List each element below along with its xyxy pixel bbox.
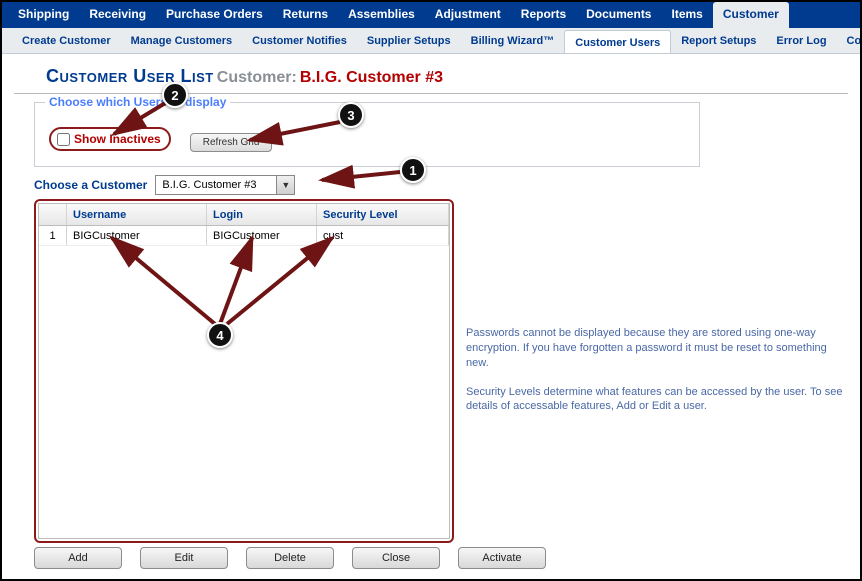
tab-shipping[interactable]: Shipping — [8, 2, 79, 28]
tab-adjustment[interactable]: Adjustment — [425, 2, 511, 28]
choose-customer-dropdown[interactable]: B.I.G. Customer #3 ▼ — [155, 175, 295, 195]
info-password-text: Passwords cannot be displayed because th… — [466, 326, 846, 371]
grid-cell-security: cust — [317, 226, 449, 245]
display-filter-legend: Choose which Users to display — [45, 95, 230, 109]
choose-customer-label: Choose a Customer — [34, 178, 147, 192]
grid-header-username[interactable]: Username — [67, 204, 207, 225]
delete-button[interactable]: Delete — [246, 547, 334, 569]
close-button[interactable]: Close — [352, 547, 440, 569]
top-nav: Shipping Receiving Purchase Orders Retur… — [2, 2, 860, 28]
tab-documents[interactable]: Documents — [576, 2, 661, 28]
action-button-row: Add Edit Delete Close Activate — [34, 547, 546, 569]
choose-customer-value: B.I.G. Customer #3 — [156, 179, 276, 191]
subnav-supplier-setups[interactable]: Supplier Setups — [357, 35, 461, 47]
tab-reports[interactable]: Reports — [511, 2, 576, 28]
subnav-connections[interactable]: Connecti — [837, 35, 860, 47]
annotation-badge-4: 4 — [207, 322, 233, 348]
choose-customer-row: Choose a Customer B.I.G. Customer #3 ▼ — [34, 175, 860, 195]
user-grid[interactable]: Username Login Security Level 1 BIGCusto… — [38, 203, 450, 539]
activate-button[interactable]: Activate — [458, 547, 546, 569]
subnav-manage-customers[interactable]: Manage Customers — [121, 35, 242, 47]
title-customer-name: B.I.G. Customer #3 — [300, 69, 443, 86]
subnav-billing-wizard[interactable]: Billing Wizard™ — [461, 35, 565, 47]
info-security-text: Security Levels determine what features … — [466, 385, 846, 415]
show-inactives-checkbox[interactable] — [57, 133, 70, 146]
tab-assemblies[interactable]: Assemblies — [338, 2, 425, 28]
grid-header-number[interactable] — [39, 204, 67, 225]
refresh-grid-button[interactable]: Refresh Grid — [190, 133, 273, 152]
subnav-report-setups[interactable]: Report Setups — [671, 35, 766, 47]
subnav-customer-notifies[interactable]: Customer Notifies — [242, 35, 357, 47]
grid-cell-number: 1 — [39, 226, 67, 245]
grid-header-row: Username Login Security Level — [39, 204, 449, 226]
add-button[interactable]: Add — [34, 547, 122, 569]
user-grid-highlight: Username Login Security Level 1 BIGCusto… — [34, 199, 454, 543]
chevron-down-icon[interactable]: ▼ — [276, 176, 294, 194]
tab-purchase-orders[interactable]: Purchase Orders — [156, 2, 273, 28]
grid-cell-login: BIGCustomer — [207, 226, 317, 245]
grid-row[interactable]: 1 BIGCustomer BIGCustomer cust — [39, 226, 449, 246]
subnav-error-log[interactable]: Error Log — [766, 35, 836, 47]
title-customer-label: Customer: — [217, 69, 297, 86]
show-inactives-toggle[interactable]: Show Inactives — [49, 127, 171, 151]
annotation-badge-3: 3 — [338, 102, 364, 128]
edit-button[interactable]: Edit — [140, 547, 228, 569]
show-inactives-label: Show Inactives — [74, 132, 161, 146]
subnav-customer-users[interactable]: Customer Users — [564, 30, 671, 54]
sub-nav: Create Customer Manage Customers Custome… — [2, 28, 860, 54]
tab-receiving[interactable]: Receiving — [79, 2, 156, 28]
annotation-badge-2: 2 — [162, 82, 188, 108]
page-title-row: Customer User List Customer: B.I.G. Cust… — [14, 54, 848, 94]
subnav-create-customer[interactable]: Create Customer — [12, 35, 121, 47]
display-filter-box: Choose which Users to display Show Inact… — [34, 102, 700, 167]
tab-items[interactable]: Items — [661, 2, 712, 28]
page-title: Customer User List — [46, 66, 214, 86]
info-text: Passwords cannot be displayed because th… — [466, 326, 846, 428]
grid-cell-username: BIGCustomer — [67, 226, 207, 245]
tab-customer[interactable]: Customer — [713, 2, 789, 28]
grid-header-security[interactable]: Security Level — [317, 204, 449, 225]
grid-header-login[interactable]: Login — [207, 204, 317, 225]
annotation-badge-1: 1 — [400, 157, 426, 183]
tab-returns[interactable]: Returns — [273, 2, 338, 28]
